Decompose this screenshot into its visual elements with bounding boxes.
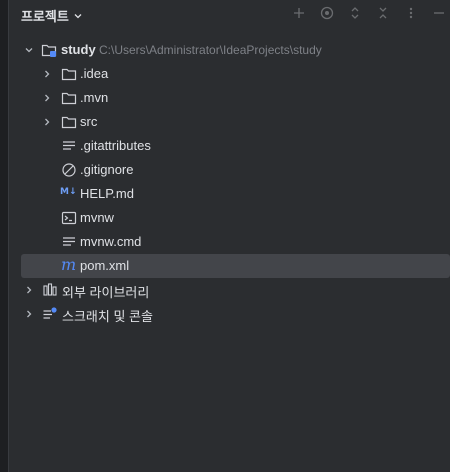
toolbar <box>290 4 450 22</box>
project-view-selector[interactable]: 프로젝트 <box>21 6 83 25</box>
minimize-icon[interactable] <box>430 4 448 22</box>
expand-all-icon[interactable] <box>346 4 364 22</box>
file-label: mvnw.cmd <box>80 234 142 249</box>
panel-title: 프로젝트 <box>21 9 69 24</box>
tree-row-scratches[interactable]: 스크래치 및 콘솔 <box>8 302 450 326</box>
file-label: HELP.md <box>80 186 134 201</box>
folder-label: src <box>80 114 98 129</box>
folder-icon <box>61 92 77 105</box>
tree-row-file[interactable]: mvnw.cmd <box>8 230 450 254</box>
locate-icon[interactable] <box>318 4 336 22</box>
tree-row-folder[interactable]: src <box>8 110 450 134</box>
chevron-right-icon[interactable] <box>23 284 35 296</box>
folder-icon <box>61 68 77 81</box>
folder-label: .mvn <box>80 90 109 105</box>
file-label: mvnw <box>80 210 114 225</box>
folder-icon <box>61 116 77 129</box>
folder-label: .idea <box>80 66 109 81</box>
gitignore-icon <box>62 163 76 177</box>
options-icon[interactable] <box>402 4 420 22</box>
file-label: .gitattributes <box>80 138 151 153</box>
file-label: pom.xml <box>80 258 130 273</box>
collapse-all-icon[interactable] <box>374 4 392 22</box>
chevron-right-icon[interactable] <box>23 308 35 320</box>
library-icon <box>43 283 57 296</box>
tree-row-file-selected[interactable]: m pom.xml <box>21 254 450 278</box>
markdown-icon: M↓ <box>60 187 77 197</box>
scratches-icon <box>43 307 57 319</box>
tree-row-root[interactable]: study C:\Users\Administrator\IdeaProject… <box>8 38 450 62</box>
chevron-right-icon[interactable] <box>41 68 53 80</box>
tree-row-file[interactable]: .gitattributes <box>8 134 450 158</box>
file-label: .gitignore <box>80 162 134 177</box>
tree-row-folder[interactable]: .idea <box>8 62 450 86</box>
chevron-right-icon[interactable] <box>41 92 53 104</box>
text-file-icon <box>63 237 75 246</box>
tree-row-folder[interactable]: .mvn <box>8 86 450 110</box>
tree-row-file[interactable]: mvnw <box>8 206 450 230</box>
chevron-down-icon[interactable] <box>23 44 35 56</box>
tree-row-file[interactable]: M↓ HELP.md <box>8 182 450 206</box>
project-tree: study C:\Users\Administrator\IdeaProject… <box>8 38 450 326</box>
text-file-icon <box>63 141 75 150</box>
add-icon[interactable] <box>290 4 308 22</box>
chevron-right-icon[interactable] <box>41 116 53 128</box>
project-header: 프로젝트 <box>8 0 450 28</box>
chevron-down-icon <box>74 13 82 18</box>
root-path: C:\Users\Administrator\IdeaProjects\stud… <box>99 43 322 57</box>
maven-icon: m <box>61 255 77 274</box>
scratches-label: 스크래치 및 콘솔 <box>62 309 153 324</box>
root-label: study <box>61 42 96 57</box>
tree-row-external-libraries[interactable]: 외부 라이브러리 <box>8 278 450 302</box>
external-libraries-label: 외부 라이브러리 <box>62 285 150 300</box>
shell-script-icon <box>61 211 77 225</box>
module-folder-icon <box>41 44 57 57</box>
tree-row-file[interactable]: .gitignore <box>8 158 450 182</box>
